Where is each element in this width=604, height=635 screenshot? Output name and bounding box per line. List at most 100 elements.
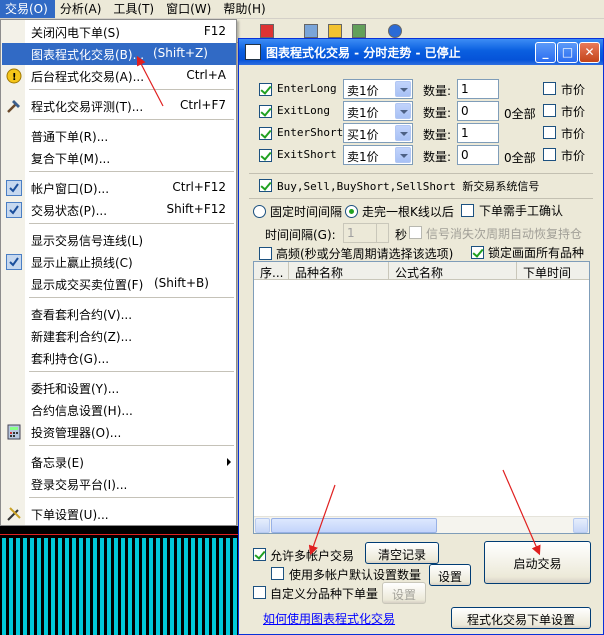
clear-records-button[interactable]: 清空记录: [365, 542, 439, 564]
menu-item-label: 委托和设置(Y)...: [31, 382, 120, 396]
signal-log-table[interactable]: 序... 品种名称 公式名称 下单时间: [253, 261, 590, 534]
maximize-button[interactable]: □: [557, 42, 578, 63]
auto-restore-label: 信号消失次周期自动恢复持仓: [426, 227, 583, 241]
menu-item-trade-status[interactable]: 交易状态(P)... Shift+F12: [2, 199, 236, 221]
qty-label: 数量:: [423, 150, 452, 164]
column-header-seq[interactable]: 序...: [254, 262, 289, 280]
minimize-button[interactable]: _: [535, 42, 556, 63]
chart-bar: [9, 538, 13, 635]
toolbar-icon[interactable]: [388, 24, 402, 38]
menu-help[interactable]: 帮助(H): [218, 0, 272, 18]
button-label: 启动交易: [513, 557, 562, 571]
chart-bar: [72, 538, 76, 635]
settings-disabled-button[interactable]: 设置: [382, 582, 426, 604]
menu-item-show-signal-lines[interactable]: 显示交易信号连线(L): [2, 229, 236, 251]
horizontal-scrollbar[interactable]: [254, 516, 589, 533]
signal-checkbox[interactable]: [259, 83, 272, 96]
column-header-label: 公式名称: [395, 266, 444, 280]
scroll-left-icon[interactable]: [255, 518, 270, 533]
fixed-interval-label: 固定时间间隔: [270, 205, 343, 219]
menu-item-orders-settings[interactable]: 委托和设置(Y)...: [2, 377, 236, 399]
price-select[interactable]: 买1价: [343, 123, 413, 143]
price-select[interactable]: 卖1价: [343, 101, 413, 121]
multi-account-checkbox[interactable]: [253, 548, 266, 561]
menu-item-accel: (Shift+B): [154, 276, 209, 290]
menu-item-auto-trade-eval[interactable]: 程式化交易评测(T)... Ctrl+F7: [2, 95, 236, 117]
chart-bar: [156, 538, 160, 635]
toolbar-icon[interactable]: [328, 24, 342, 38]
menu-item-arbitrage-positions[interactable]: 套利持仓(G)...: [2, 347, 236, 369]
fixed-interval-radio[interactable]: [253, 205, 266, 218]
qty-input[interactable]: 1: [457, 123, 499, 143]
dialog-titlebar[interactable]: 图表程式化交易 - 分时走势 - 已停止 _ □ ✕: [239, 39, 603, 65]
menu-item-normal-order[interactable]: 普通下单(R)...: [2, 125, 236, 147]
interval-input[interactable]: 1: [343, 223, 389, 243]
chevron-down-icon[interactable]: [395, 103, 411, 119]
price-value: 卖1价: [347, 150, 379, 164]
price-select[interactable]: 卖1价: [343, 145, 413, 165]
chevron-down-icon[interactable]: [395, 125, 411, 141]
market-price-checkbox[interactable]: [543, 82, 556, 95]
price-select[interactable]: 卖1价: [343, 79, 413, 99]
qty-input[interactable]: 0: [457, 101, 499, 121]
qty-input[interactable]: 1: [457, 79, 499, 99]
toolbar-icon[interactable]: [260, 24, 274, 38]
column-header-order-time[interactable]: 下单时间: [517, 262, 589, 280]
start-trading-button[interactable]: 启动交易: [484, 541, 591, 584]
menu-item-memo[interactable]: 备忘录(E): [2, 451, 236, 473]
signal-checkbox[interactable]: [259, 127, 272, 140]
signal-checkbox[interactable]: [259, 105, 272, 118]
manual-confirm-label: 下单需手工确认: [479, 204, 564, 218]
menu-window[interactable]: 窗口(W): [161, 0, 218, 18]
multi-account-label: 允许多帐户交易: [270, 549, 355, 563]
signal-name: ExitShort: [277, 148, 337, 161]
chevron-down-icon[interactable]: [395, 81, 411, 97]
settings-button[interactable]: 设置: [429, 564, 471, 586]
custom-qty-checkbox[interactable]: [253, 586, 266, 599]
market-price-checkbox[interactable]: [543, 126, 556, 139]
menu-item-show-fill-positions[interactable]: 显示成交买卖位置(F) (Shift+B): [2, 273, 236, 295]
market-price-checkbox[interactable]: [543, 148, 556, 161]
menu-item-login-platform[interactable]: 登录交易平台(I)...: [2, 473, 236, 495]
close-button[interactable]: ✕: [579, 42, 600, 63]
trade-menu: 关闭闪电下单(S) F12 图表程式化交易(B)... (Shift+Z) ! …: [0, 19, 237, 526]
lock-symbols-checkbox[interactable]: [471, 246, 484, 259]
high-frequency-checkbox[interactable]: [259, 247, 272, 260]
after-bar-radio[interactable]: [345, 205, 358, 218]
menu-item-label: 显示止赢止损线(C): [31, 256, 133, 270]
auto-restore-checkbox[interactable]: [409, 226, 422, 239]
market-price-checkbox[interactable]: [543, 104, 556, 117]
toolbar-icon[interactable]: [352, 24, 366, 38]
signal-checkbox[interactable]: [259, 149, 272, 162]
menu-item-new-arbitrage[interactable]: 新建套利合约(Z)...: [2, 325, 236, 347]
spin-icon[interactable]: [376, 224, 388, 242]
column-header-formula[interactable]: 公式名称: [389, 262, 517, 280]
help-link[interactable]: 如何使用图表程式化交易: [263, 610, 395, 627]
menu-item-order-settings[interactable]: 下单设置(U)...: [2, 503, 236, 525]
menu-item-background-auto-trade[interactable]: ! 后台程式化交易(A)... Ctrl+A: [2, 65, 236, 87]
scroll-thumb[interactable]: [271, 518, 437, 533]
column-header-symbol[interactable]: 品种名称: [289, 262, 389, 280]
chart-bar: [2, 538, 6, 635]
qty-value: 1: [461, 82, 469, 96]
use-default-qty-checkbox[interactable]: [271, 567, 284, 580]
menu-item-contract-info[interactable]: 合约信息设置(H)...: [2, 399, 236, 421]
new-signal-checkbox[interactable]: [259, 179, 272, 192]
qty-input[interactable]: 0: [457, 145, 499, 165]
menu-item-show-stop-lines[interactable]: 显示止赢止损线(C): [2, 251, 236, 273]
order-settings-button[interactable]: 程式化交易下单设置: [451, 607, 591, 629]
menu-item-composite-order[interactable]: 复合下单(M)...: [2, 147, 236, 169]
menu-trade[interactable]: 交易(O): [0, 0, 55, 18]
menu-item-chart-auto-trade[interactable]: 图表程式化交易(B)... (Shift+Z): [2, 43, 236, 65]
menu-analysis[interactable]: 分析(A): [55, 0, 109, 18]
toolbar-icon[interactable]: [304, 24, 318, 38]
scroll-right-icon[interactable]: [573, 518, 588, 533]
menu-item-view-arbitrage[interactable]: 查看套利合约(V)...: [2, 303, 236, 325]
chevron-down-icon[interactable]: [395, 147, 411, 163]
chart-bar: [100, 538, 104, 635]
menu-tools[interactable]: 工具(T): [108, 0, 161, 18]
menu-item-account-window[interactable]: 帐户窗口(D)... Ctrl+F12: [2, 177, 236, 199]
menu-item-investment-manager[interactable]: 投资管理器(O)...: [2, 421, 236, 443]
manual-confirm-checkbox[interactable]: [461, 204, 474, 217]
menu-item-close-flash-order[interactable]: 关闭闪电下单(S) F12: [2, 21, 236, 43]
